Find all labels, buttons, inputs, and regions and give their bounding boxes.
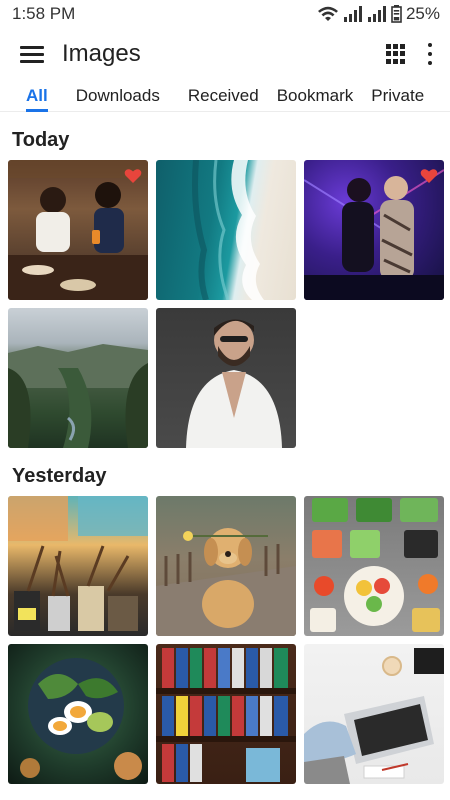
app-bar: Images bbox=[0, 28, 450, 80]
page-title: Images bbox=[62, 40, 141, 67]
section-title-yesterday: Yesterday bbox=[12, 464, 107, 487]
image-thumbnail[interactable] bbox=[304, 496, 444, 636]
image-grid-today bbox=[0, 160, 450, 448]
bookmark-heart-icon[interactable] bbox=[420, 168, 438, 184]
image-thumbnail[interactable] bbox=[156, 496, 296, 636]
image-art bbox=[310, 498, 440, 632]
image-thumbnail[interactable] bbox=[8, 160, 148, 300]
menu-icon[interactable] bbox=[20, 42, 44, 66]
tab-all[interactable]: All bbox=[26, 80, 48, 112]
signal-icon-2 bbox=[367, 6, 386, 22]
tab-private[interactable]: Private bbox=[371, 80, 424, 112]
image-art bbox=[304, 648, 444, 784]
battery-level: 25% bbox=[405, 4, 440, 23]
image-thumbnail[interactable] bbox=[304, 160, 444, 300]
bookmark-heart-icon[interactable] bbox=[124, 168, 142, 184]
image-thumbnail[interactable] bbox=[8, 308, 148, 448]
image-thumbnail[interactable] bbox=[156, 644, 296, 784]
image-art bbox=[20, 658, 142, 780]
image-art bbox=[192, 160, 264, 300]
tab-downloads[interactable]: Downloads bbox=[76, 80, 160, 112]
image-art bbox=[186, 319, 282, 448]
status-time: 1:58 PM bbox=[12, 4, 76, 23]
status-icons: 25% bbox=[317, 4, 440, 24]
image-art bbox=[8, 344, 148, 448]
signal-icon bbox=[343, 6, 362, 22]
image-thumbnail[interactable] bbox=[156, 160, 296, 300]
grid-view-icon[interactable] bbox=[386, 44, 406, 64]
image-art bbox=[8, 496, 148, 631]
section-title-today: Today bbox=[12, 128, 70, 151]
tab-bookmark[interactable]: Bookmark bbox=[277, 80, 354, 112]
image-thumbnail[interactable] bbox=[156, 308, 296, 448]
image-thumbnail[interactable] bbox=[8, 644, 148, 784]
status-bar: 1:58 PM 25% bbox=[0, 0, 450, 28]
image-thumbnail[interactable] bbox=[8, 496, 148, 636]
tab-bar: All Downloads Received Bookmark Private bbox=[0, 80, 450, 112]
image-grid-yesterday bbox=[0, 496, 450, 784]
image-art bbox=[156, 648, 296, 782]
tab-received[interactable]: Received bbox=[188, 80, 259, 112]
more-options-icon[interactable] bbox=[426, 43, 434, 65]
battery-icon bbox=[391, 5, 402, 23]
wifi-icon bbox=[317, 6, 338, 21]
image-thumbnail[interactable] bbox=[304, 644, 444, 784]
image-art bbox=[156, 528, 296, 636]
